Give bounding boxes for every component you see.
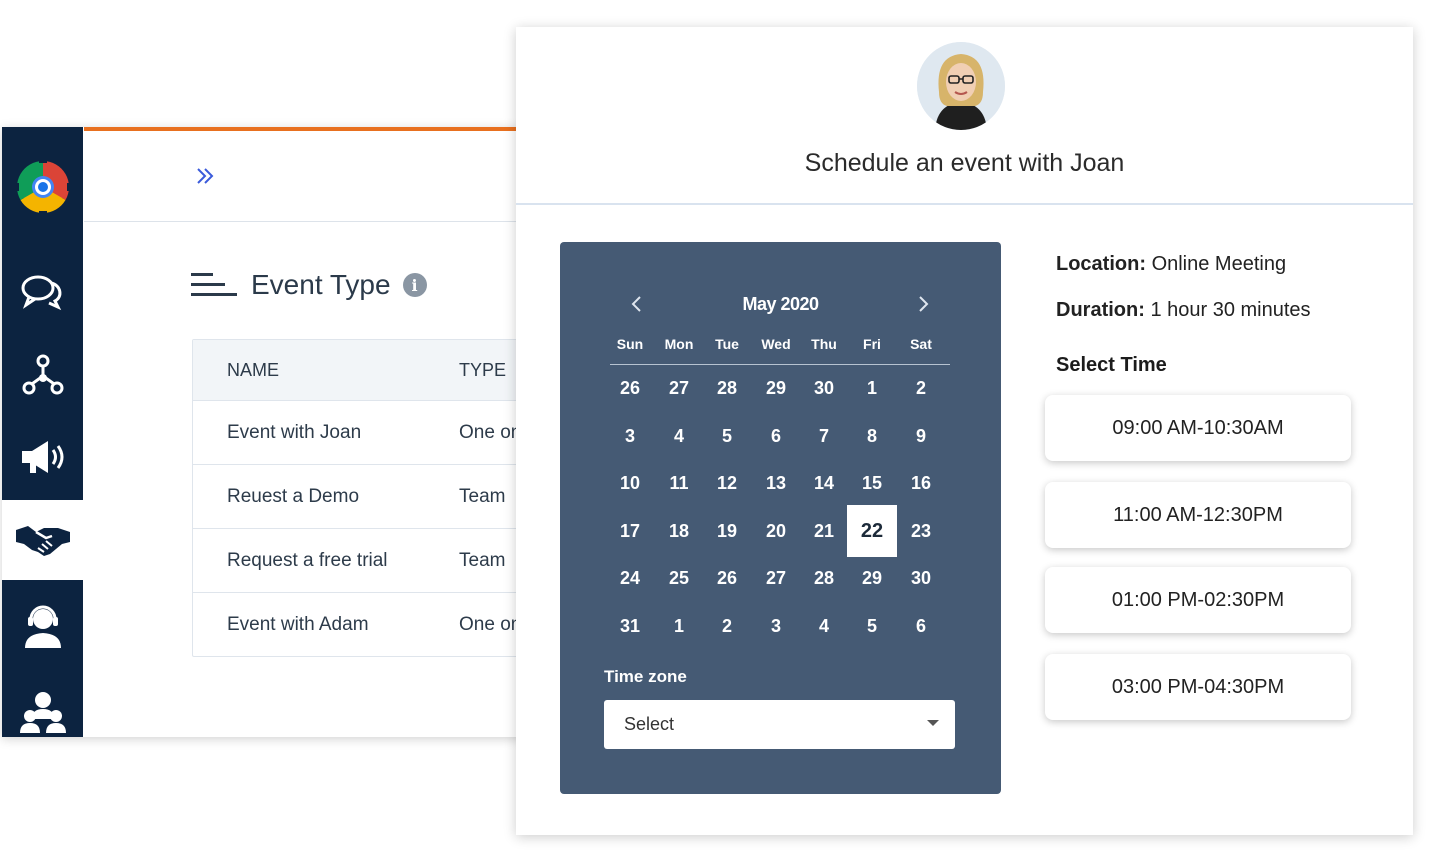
event-name[interactable]: Request a free trial xyxy=(227,529,388,592)
calendar-day[interactable]: 14 xyxy=(800,459,848,507)
double-chevron-right-icon[interactable] xyxy=(194,164,218,188)
event-type: One on xyxy=(459,421,522,443)
section-title: Event Type xyxy=(251,269,391,300)
duration-info: Duration: 1 hour 30 minutes xyxy=(1056,299,1311,322)
weekday-label: Thu xyxy=(811,336,837,352)
weekday-header: Sun Mon Tue Wed Thu Fri Sat xyxy=(610,336,950,365)
calendar-day[interactable]: 2 xyxy=(897,364,945,412)
calendar-day[interactable]: 7 xyxy=(800,412,848,460)
location-info: Location: Online Meeting xyxy=(1056,253,1286,276)
calendar-day[interactable]: 27 xyxy=(655,364,703,412)
calendar-day[interactable]: 5 xyxy=(848,602,896,650)
scheduler-title: Schedule an event with Joan xyxy=(804,149,1125,177)
event-type: Team xyxy=(459,485,506,507)
calendar-day[interactable]: 1 xyxy=(655,602,703,650)
timezone-selected-value: Select xyxy=(624,714,675,734)
calendar-day[interactable]: 26 xyxy=(703,554,751,602)
calendar-day[interactable]: 17 xyxy=(606,507,654,555)
calendar-day[interactable]: 11 xyxy=(655,459,703,507)
team-icon[interactable] xyxy=(2,672,83,737)
calendar-day[interactable]: 3 xyxy=(606,412,654,460)
calendar-day[interactable]: 21 xyxy=(800,507,848,555)
weekday-label: Fri xyxy=(863,336,881,352)
column-header-name[interactable]: NAME xyxy=(227,340,279,400)
chevron-right-icon[interactable] xyxy=(912,292,936,316)
section-header: Event Type i xyxy=(191,265,427,305)
calendar-day[interactable]: 28 xyxy=(800,554,848,602)
calendar-day[interactable]: 1 xyxy=(848,364,896,412)
calendar-day[interactable]: 24 xyxy=(606,554,654,602)
weekday-label: Tue xyxy=(715,336,739,352)
calendar-day[interactable]: 15 xyxy=(848,459,896,507)
calendar-day[interactable]: 18 xyxy=(655,507,703,555)
calendar-day[interactable]: 6 xyxy=(752,412,800,460)
event-name[interactable]: Event with Adam xyxy=(227,593,369,656)
calendar-day[interactable]: 10 xyxy=(606,459,654,507)
column-header-type[interactable]: TYPE xyxy=(459,340,506,400)
duration-label: Duration: xyxy=(1056,299,1145,321)
weekday-label: Wed xyxy=(761,336,791,352)
calendar-day[interactable]: 25 xyxy=(655,554,703,602)
calendar: May 2020 Sun Mon Tue Wed Thu Fri Sat 26 27 28 29 3… xyxy=(560,242,1001,794)
calendar-day[interactable]: 3 xyxy=(752,602,800,650)
event-type: One on xyxy=(459,613,522,635)
calendar-day[interactable]: 5 xyxy=(703,412,751,460)
caret-down-icon xyxy=(927,720,939,726)
timezone-select[interactable]: Select xyxy=(604,700,955,749)
calendar-day[interactable]: 30 xyxy=(800,364,848,412)
time-slot-button[interactable]: 03:00 PM-04:30PM xyxy=(1045,654,1351,720)
calendar-day[interactable]: 30 xyxy=(897,554,945,602)
calendar-day[interactable]: 4 xyxy=(800,602,848,650)
network-icon[interactable] xyxy=(2,335,83,415)
info-icon[interactable]: i xyxy=(402,273,427,297)
calendar-day[interactable]: 19 xyxy=(703,507,751,555)
divider xyxy=(516,203,1413,205)
calendar-day[interactable]: 13 xyxy=(752,459,800,507)
calendar-day-selected[interactable]: 22 xyxy=(847,505,897,557)
logo-gear-icon[interactable] xyxy=(2,147,83,227)
calendar-day[interactable]: 28 xyxy=(703,364,751,412)
calendar-day[interactable]: 12 xyxy=(703,459,751,507)
weekday-label: Sat xyxy=(910,336,932,352)
time-slot-button[interactable]: 09:00 AM-10:30AM xyxy=(1045,395,1351,461)
event-type: Team xyxy=(459,549,506,571)
time-slot-button[interactable]: 01:00 PM-02:30PM xyxy=(1045,567,1351,633)
weekday-label: Sun xyxy=(616,336,644,352)
location-label: Location: xyxy=(1056,253,1146,275)
calendar-day[interactable]: 8 xyxy=(848,412,896,460)
select-time-label: Select Time xyxy=(1056,354,1167,376)
calendar-day[interactable]: 2 xyxy=(703,602,751,650)
chat-icon[interactable] xyxy=(2,252,83,332)
calendar-day[interactable]: 6 xyxy=(897,602,945,650)
sidebar xyxy=(2,127,83,737)
calendar-day[interactable]: 9 xyxy=(897,412,945,460)
calendar-day[interactable]: 29 xyxy=(848,554,896,602)
calendar-day[interactable]: 16 xyxy=(897,459,945,507)
calendar-day[interactable]: 27 xyxy=(752,554,800,602)
scheduler-card: Schedule an event with Joan May 2020 Sun… xyxy=(516,27,1413,835)
avatar xyxy=(917,42,1005,130)
timezone-label: Time zone xyxy=(604,667,687,686)
calendar-day[interactable]: 31 xyxy=(606,602,654,650)
time-slot-button[interactable]: 11:00 AM-12:30PM xyxy=(1045,482,1351,548)
event-name[interactable]: Event with Joan xyxy=(227,401,361,464)
handshake-icon[interactable] xyxy=(2,500,83,580)
calendar-day[interactable]: 20 xyxy=(752,507,800,555)
duration-value: 1 hour 30 minutes xyxy=(1150,299,1311,321)
location-value: Online Meeting xyxy=(1151,253,1287,275)
calendar-day[interactable]: 26 xyxy=(606,364,654,412)
calendar-day[interactable]: 23 xyxy=(897,507,945,555)
support-agent-icon[interactable] xyxy=(2,587,83,667)
megaphone-icon[interactable] xyxy=(2,417,83,497)
menu-lines-icon[interactable] xyxy=(191,271,237,299)
event-name[interactable]: Reuest a Demo xyxy=(227,465,359,528)
weekday-label: Mon xyxy=(664,336,694,352)
calendar-day[interactable]: 29 xyxy=(752,364,800,412)
calendar-day[interactable]: 4 xyxy=(655,412,703,460)
